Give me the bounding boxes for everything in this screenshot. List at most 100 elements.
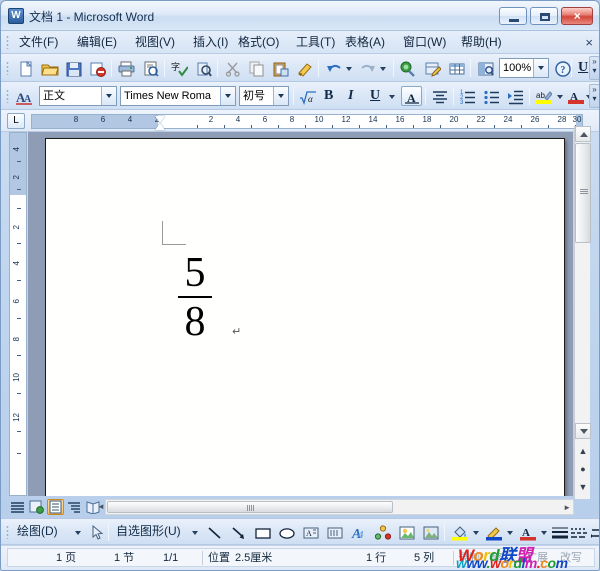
oval-icon[interactable]: [276, 522, 297, 542]
autoshapes-menu-arrow[interactable]: [190, 522, 201, 542]
horizontal-ruler[interactable]: L 8 6 4 2 2 4 6 8 10 12 14 16 18 20 22 2…: [1, 110, 600, 132]
zoom-dropdown-arrow[interactable]: [533, 59, 548, 77]
standard-toolbar-overflow-button[interactable]: »▾: [589, 56, 600, 80]
autoshapes-menu-button[interactable]: 自选图形(U): [113, 522, 184, 542]
menu-item-insert[interactable]: 插入(I): [189, 34, 232, 51]
status-overtype[interactable]: 改写: [560, 551, 582, 565]
clip-art-icon[interactable]: [396, 522, 417, 542]
menu-item-view[interactable]: 视图(V): [131, 34, 179, 51]
scroll-left-button[interactable]: ◄: [97, 502, 105, 511]
menu-grip[interactable]: [6, 35, 9, 49]
close-button[interactable]: ×: [561, 7, 593, 25]
character-border-icon[interactable]: A: [401, 86, 422, 106]
insert-hyperlink-icon[interactable]: [398, 58, 419, 78]
dash-style-icon[interactable]: [568, 522, 589, 542]
draw-menu-button[interactable]: 绘图(D): [14, 522, 61, 542]
standard-toolbar-grip[interactable]: [6, 61, 9, 75]
redo-dropdown-arrow[interactable]: [378, 58, 389, 78]
open-folder-icon[interactable]: [39, 58, 60, 78]
format-painter-icon[interactable]: [294, 58, 315, 78]
print-icon[interactable]: [116, 58, 137, 78]
undo-dropdown-arrow[interactable]: [344, 58, 355, 78]
styles-and-formatting-icon[interactable]: AA: [14, 86, 35, 106]
font-color-icon[interactable]: A: [565, 86, 586, 106]
diagram-icon[interactable]: [372, 522, 393, 542]
cut-scissors-icon[interactable]: [222, 58, 243, 78]
horizontal-scrollbar[interactable]: ►: [105, 499, 574, 515]
vertical-scrollbar[interactable]: ▲ ● ▼: [574, 126, 590, 499]
arrow-icon[interactable]: [228, 522, 249, 542]
menu-item-edit[interactable]: 编辑(E): [73, 34, 121, 51]
line-style-icon[interactable]: [549, 522, 570, 542]
close-document-button[interactable]: ×: [585, 35, 593, 50]
underline-button[interactable]: U: [367, 86, 383, 106]
tab-stop-selector[interactable]: L: [7, 113, 25, 129]
document-canvas[interactable]: 5 8 ↵: [28, 132, 573, 496]
undo-icon[interactable]: [323, 58, 344, 78]
maximize-button[interactable]: [530, 7, 558, 25]
font-color-icon[interactable]: A: [517, 522, 538, 542]
vertical-text-box-icon[interactable]: [324, 522, 345, 542]
arrow-style-icon[interactable]: [587, 522, 600, 542]
font-dropdown-arrow[interactable]: [220, 87, 235, 105]
menu-item-tools[interactable]: 工具(T): [292, 34, 339, 51]
rectangle-icon[interactable]: [252, 522, 273, 542]
menu-item-window[interactable]: 窗口(W): [399, 34, 450, 51]
select-arrow-icon[interactable]: [86, 522, 107, 542]
permission-icon[interactable]: [87, 58, 108, 78]
wordart-icon[interactable]: A4: [348, 522, 369, 542]
minimize-button[interactable]: [499, 7, 527, 25]
formatting-toolbar-grip[interactable]: [6, 89, 9, 103]
fill-color-icon[interactable]: [449, 522, 470, 542]
style-dropdown-arrow[interactable]: [101, 87, 116, 105]
zoom-combo[interactable]: 100%: [499, 58, 549, 78]
bold-button[interactable]: B: [321, 86, 336, 106]
print-layout-view-button[interactable]: [47, 499, 64, 515]
font-size-dropdown-arrow[interactable]: [273, 87, 288, 105]
increase-indent-icon[interactable]: [505, 86, 526, 106]
line-color-dropdown-arrow[interactable]: [505, 522, 516, 542]
draw-menu-arrow[interactable]: [73, 522, 84, 542]
help-question-icon[interactable]: ?: [552, 58, 573, 78]
status-extend[interactable]: 扩展: [526, 551, 548, 565]
italic-button[interactable]: I: [345, 86, 356, 106]
formatting-toolbar-overflow-button[interactable]: »▾: [589, 84, 600, 108]
scroll-down-button[interactable]: [575, 423, 591, 439]
outline-view-button[interactable]: [66, 499, 83, 515]
menu-item-file[interactable]: 文件(F): [15, 34, 62, 51]
font-size-combo[interactable]: 初号: [239, 86, 289, 106]
horizontal-scroll-thumb[interactable]: [107, 501, 393, 513]
hanging-indent-marker[interactable]: [155, 123, 165, 130]
numbered-list-icon[interactable]: 123: [457, 86, 478, 106]
new-document-icon[interactable]: [15, 58, 36, 78]
previous-page-button[interactable]: ▲: [575, 444, 591, 460]
vertical-ruler[interactable]: 4 2 2 4 6 8 10 12: [9, 132, 27, 496]
insert-table-icon[interactable]: [446, 58, 467, 78]
spelling-check-icon[interactable]: 字: [169, 58, 190, 78]
next-page-button[interactable]: ▼: [575, 480, 591, 496]
insert-picture-icon[interactable]: [420, 522, 441, 542]
line-icon[interactable]: [204, 522, 225, 542]
print-preview-icon[interactable]: [140, 58, 161, 78]
document-page[interactable]: 5 8 ↵: [45, 138, 565, 496]
fill-color-dropdown-arrow[interactable]: [471, 522, 482, 542]
select-browse-object-button[interactable]: ●: [575, 462, 591, 478]
vertical-scroll-thumb[interactable]: [575, 143, 591, 243]
fraction-equation[interactable]: 5 8: [178, 251, 212, 344]
status-revision[interactable]: 修订: [492, 551, 514, 565]
paste-clipboard-icon[interactable]: [270, 58, 291, 78]
text-box-icon[interactable]: A: [300, 522, 321, 542]
font-name-combo[interactable]: Times New Roma: [120, 86, 236, 106]
formula-icon[interactable]: α: [297, 86, 318, 106]
line-color-icon[interactable]: [483, 522, 504, 542]
redo-icon[interactable]: [357, 58, 378, 78]
align-center-icon[interactable]: [429, 86, 450, 106]
menu-item-help[interactable]: 帮助(H): [457, 34, 506, 51]
highlight-color-icon[interactable]: ab: [533, 86, 554, 106]
copy-icon[interactable]: [246, 58, 267, 78]
drawing-toolbar-grip[interactable]: [6, 525, 9, 539]
normal-view-button[interactable]: [9, 499, 26, 515]
bulleted-list-icon[interactable]: [481, 86, 502, 106]
first-line-indent-marker[interactable]: [155, 116, 165, 123]
underline-dropdown-arrow[interactable]: [387, 86, 398, 106]
